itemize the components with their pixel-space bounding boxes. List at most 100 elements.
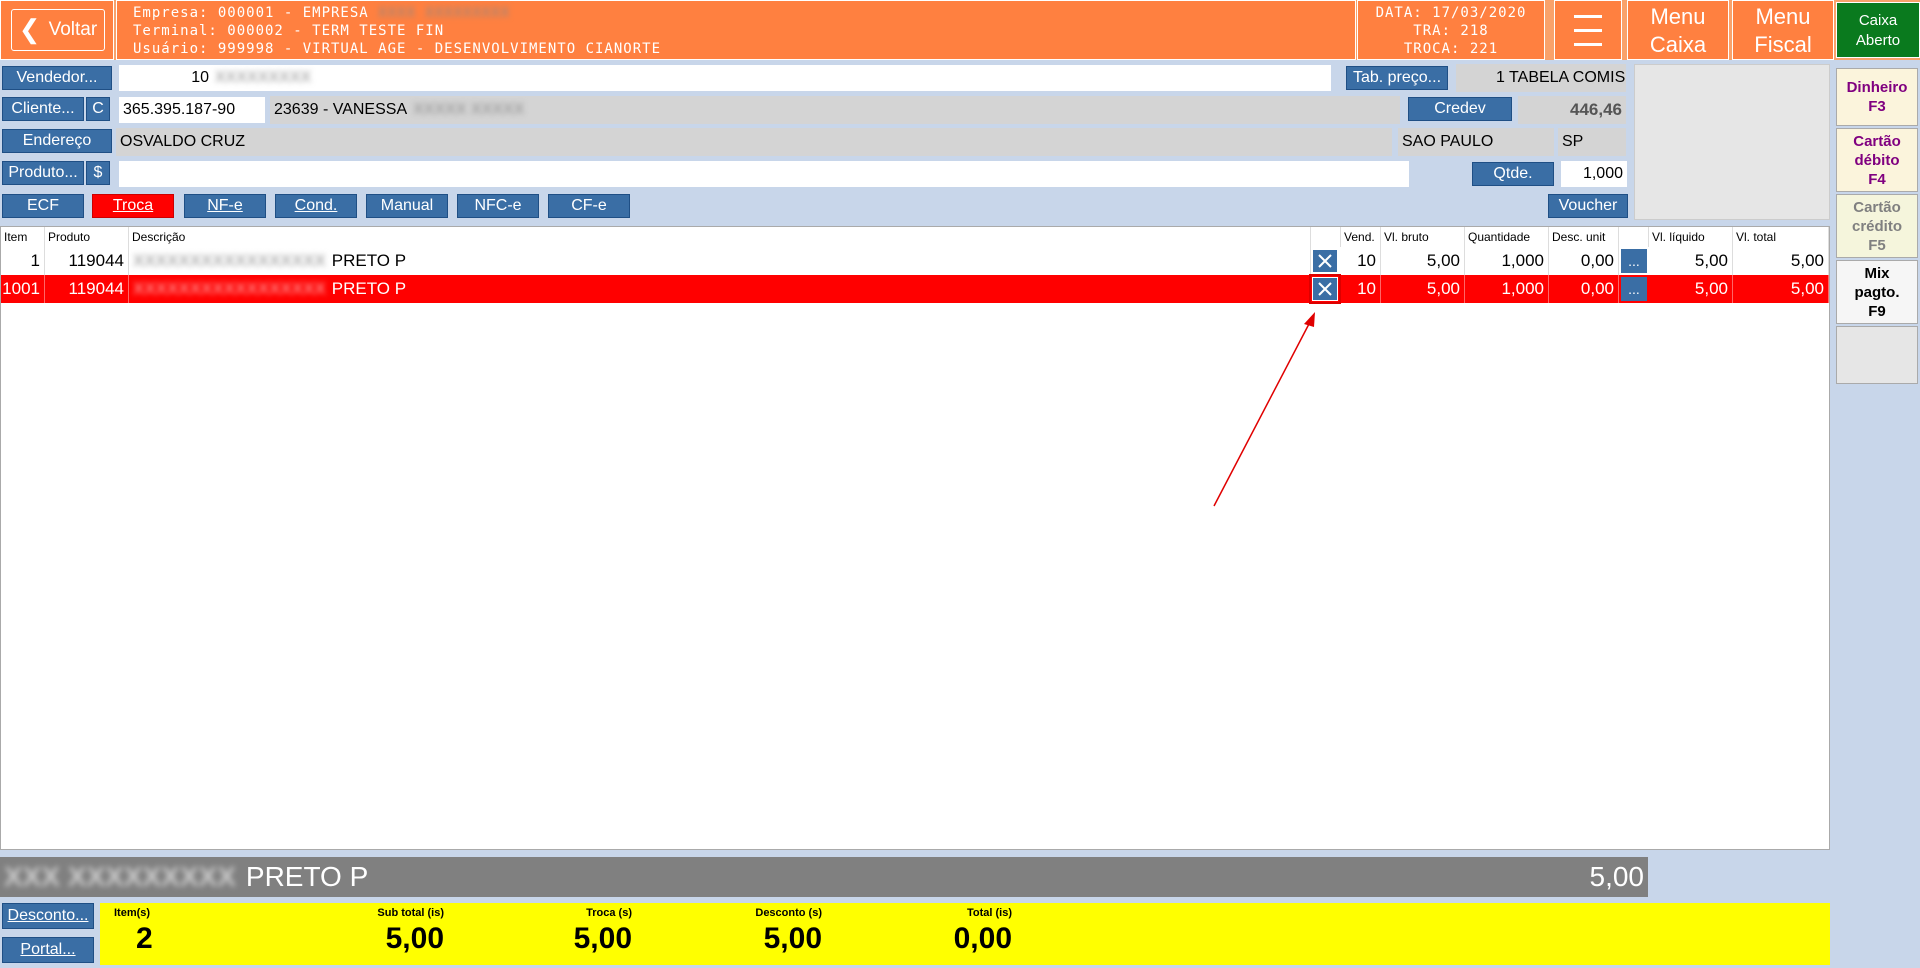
mode-cfe-button[interactable]: CF-e: [548, 194, 630, 218]
pay-credito-label1: Cartão: [1853, 198, 1901, 216]
cell-desc: 0,00: [1549, 275, 1619, 303]
mode-troca-button[interactable]: Troca: [92, 194, 174, 218]
mode-ecf-button[interactable]: ECF: [2, 194, 84, 218]
pay-debito-button[interactable]: Cartão débito F4: [1836, 128, 1918, 192]
remove-item-button[interactable]: [1312, 249, 1338, 273]
cliente-name-field: 23639 - VANESSA XXXXX XXXXX: [270, 96, 1400, 124]
item-options-button[interactable]: ...: [1621, 277, 1647, 301]
cell-produto: 119044: [45, 247, 129, 275]
uf-field: SP: [1558, 128, 1626, 156]
terminal-text: Terminal: 000002 - TERM TESTE FIN: [133, 23, 445, 39]
table-row[interactable]: 1 119044 XXXXXXXXXXXXXXXXX PRETO P 10 5,…: [1, 247, 1829, 275]
session-info: Empresa: 000001 - EMPRESA XXXX XXXXXXXXX…: [116, 0, 1356, 60]
menu-fiscal-line2: Fiscal: [1754, 32, 1812, 57]
col-dots-header: [1619, 227, 1649, 247]
current-item-bar: XXX XXXXXXXXX PRETO P 5,00: [0, 857, 1648, 897]
mode-manual-button[interactable]: Manual: [366, 194, 448, 218]
side-info-panel: [1634, 64, 1830, 220]
mode-nfe-button[interactable]: NF-e: [184, 194, 266, 218]
hamburger-icon: [1574, 14, 1602, 18]
pay-credito-button[interactable]: Cartão crédito F5: [1836, 194, 1918, 258]
total-subtotal-value: 5,00: [385, 922, 444, 955]
empresa-name-blurred: XXXX XXXXXXXXX: [378, 5, 511, 21]
pay-mix-button[interactable]: Mix pagto. F9: [1836, 260, 1918, 324]
cell-vend: 10: [1341, 275, 1381, 303]
descricao-blurred: XXXXXXXXXXXXXXXXX: [133, 279, 326, 298]
vendedor-code: 10: [191, 69, 209, 86]
voucher-button[interactable]: Voucher: [1548, 194, 1628, 218]
col-remove-header: [1311, 227, 1341, 247]
hamburger-menu-button[interactable]: [1554, 0, 1622, 60]
cell-item: 1001: [1, 275, 45, 303]
cell-produto: 119044: [45, 275, 129, 303]
total-troca-label: Troca (s): [586, 907, 632, 919]
current-item-value: 5,00: [1589, 861, 1645, 892]
cell-descricao: XXXXXXXXXXXXXXXXX PRETO P: [129, 275, 1311, 303]
date-info: DATA: 17/03/2020 TRA: 218 TROCA: 221: [1357, 0, 1545, 60]
pay-debito-label2: débito: [1854, 151, 1900, 169]
endereco-field: OSVALDO CRUZ: [116, 128, 1392, 156]
cell-bruto: 5,00: [1381, 275, 1465, 303]
desconto-button[interactable]: Desconto...: [2, 903, 94, 929]
cell-desc: 0,00: [1549, 247, 1619, 275]
portal-button[interactable]: Portal...: [2, 937, 94, 963]
back-button[interactable]: ❮ Voltar: [11, 9, 105, 51]
mode-cond-button[interactable]: Cond.: [275, 194, 357, 218]
qtde-input[interactable]: 1,000: [1560, 160, 1628, 188]
menu-fiscal-button[interactable]: Menu Fiscal: [1732, 0, 1834, 60]
total-troca-value: 5,00: [573, 922, 632, 955]
credev-button[interactable]: Credev: [1408, 97, 1512, 121]
col-item-header: Item: [1, 227, 45, 247]
mode-nfce-button[interactable]: NFC-e: [457, 194, 539, 218]
cell-qtd: 1,000: [1465, 247, 1549, 275]
total-total: Total (is) 0,00: [820, 903, 1012, 957]
total-items-value: 2: [136, 922, 153, 955]
items-table: Item Produto Descrição Vend. Vl. bruto Q…: [0, 226, 1830, 850]
endereco-button[interactable]: Endereço: [2, 129, 112, 153]
total-subtotal-label: Sub total (is): [377, 907, 444, 919]
vendedor-field[interactable]: 10 XXXXXXXXX: [118, 64, 1332, 92]
vendedor-button[interactable]: Vendedor...: [2, 66, 112, 90]
tab-preco-button[interactable]: Tab. preço...: [1346, 66, 1448, 90]
current-item-desc: PRETO P: [245, 861, 369, 892]
current-item-blurred: XXX XXXXXXXXX: [4, 861, 236, 892]
col-descricao-header: Descrição: [129, 227, 1311, 247]
cell-bruto: 5,00: [1381, 247, 1465, 275]
cliente-c-button[interactable]: C: [86, 97, 110, 121]
produto-input[interactable]: [118, 160, 1410, 188]
item-options-button[interactable]: ...: [1621, 249, 1647, 273]
col-total-header: Vl. total: [1733, 227, 1829, 247]
total-items: Item(s) 2: [100, 903, 156, 957]
total-desconto-label: Desconto (s): [755, 907, 822, 919]
cell-item: 1: [1, 247, 45, 275]
total-subtotal: Sub total (is) 5,00: [240, 903, 444, 957]
menu-caixa-line2: Caixa: [1649, 32, 1707, 57]
produto-button[interactable]: Produto...: [2, 161, 84, 185]
cell-total: 5,00: [1733, 247, 1829, 275]
pay-empty-button[interactable]: [1836, 326, 1918, 384]
cell-liquido: 5,00: [1649, 247, 1733, 275]
table-row-selected[interactable]: 1001 119044 XXXXXXXXXXXXXXXXX PRETO P 10…: [1, 274, 1829, 304]
pay-mix-label2: pagto.: [1854, 283, 1900, 301]
close-icon: [1318, 254, 1332, 268]
cell-total: 5,00: [1733, 275, 1829, 303]
caixa-status-button[interactable]: Caixa Aberto: [1836, 2, 1920, 58]
total-troca: Troca (s) 5,00: [440, 903, 632, 957]
produto-price-button[interactable]: $: [86, 161, 110, 185]
pay-dinheiro-button[interactable]: Dinheiro F3: [1836, 68, 1918, 126]
col-produto-header: Produto: [45, 227, 129, 247]
qtde-button[interactable]: Qtde.: [1472, 162, 1554, 186]
header-bar: ❮ Voltar Empresa: 000001 - EMPRESA XXXX …: [0, 0, 1920, 60]
cliente-name: 23639 - VANESSA: [274, 101, 408, 118]
cliente-cpf-field[interactable]: 365.395.187-90: [118, 96, 266, 124]
cell-qtd: 1,000: [1465, 275, 1549, 303]
cell-vend: 10: [1341, 247, 1381, 275]
total-total-label: Total (is): [966, 907, 1012, 919]
cliente-button[interactable]: Cliente...: [2, 97, 84, 121]
menu-caixa-line1: Menu: [1650, 4, 1706, 29]
menu-caixa-button[interactable]: Menu Caixa: [1627, 0, 1729, 60]
chevron-left-icon: ❮: [18, 13, 41, 44]
caixa-status-line2: Aberto: [1855, 32, 1901, 49]
total-items-label: Item(s): [114, 907, 151, 919]
remove-item-button[interactable]: [1309, 274, 1341, 304]
